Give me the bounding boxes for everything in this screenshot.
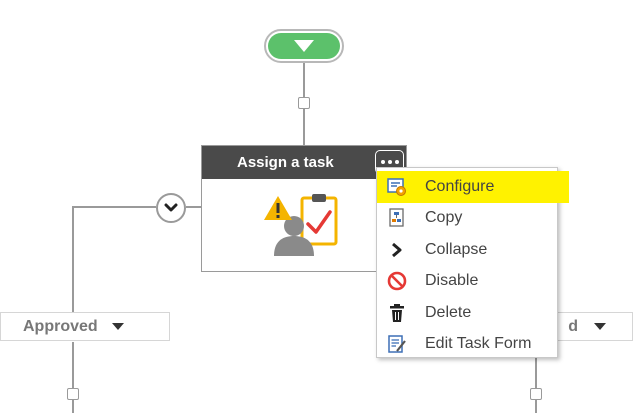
menu-item-label: Copy: [425, 209, 463, 227]
connector-handle[interactable]: [67, 388, 79, 400]
menu-item-label: Disable: [425, 272, 479, 290]
caret-down-icon: [594, 323, 606, 330]
menu-item-disable[interactable]: Disable: [377, 266, 557, 298]
menu-item-edit-task-form[interactable]: Edit Task Form: [377, 329, 557, 361]
menu-item-copy[interactable]: Copy: [377, 203, 557, 235]
ellipsis-dot: [387, 160, 392, 164]
menu-item-delete[interactable]: Delete: [377, 297, 557, 329]
start-node-body: [268, 33, 340, 59]
task-node-title: Assign a task: [237, 154, 334, 171]
menu-item-configure[interactable]: Configure: [377, 171, 569, 203]
chevron-right-icon: [387, 240, 407, 260]
chevron-down-icon: [164, 203, 178, 212]
menu-item-label: Delete: [425, 303, 472, 321]
triangle-down-icon: [294, 40, 314, 52]
start-node[interactable]: [264, 29, 344, 63]
connector-line: [72, 342, 74, 413]
assign-task-icon: [262, 194, 346, 263]
edit-form-icon: [387, 334, 407, 354]
menu-item-label: Collapse: [425, 240, 488, 258]
branch-label-approved[interactable]: Approved: [0, 312, 170, 341]
branch-label-text: d: [568, 317, 578, 335]
menu-item-label: Edit Task Form: [425, 335, 532, 353]
context-menu: Configure Copy Collapse Disable Delete E…: [376, 167, 569, 361]
branch-label-text: Approved: [23, 317, 98, 335]
connector-line: [186, 206, 201, 208]
connector-handle[interactable]: [298, 97, 310, 109]
collapse-branch-button[interactable]: [156, 193, 186, 223]
menu-item-collapse[interactable]: Collapse: [377, 234, 557, 266]
connector-line: [72, 206, 156, 208]
connector-handle[interactable]: [530, 388, 542, 400]
disable-icon: [387, 271, 407, 291]
caret-down-icon: [111, 323, 124, 330]
workflow-canvas: Assign a task Approved d Configure Copy …: [0, 0, 644, 413]
ellipsis-dot: [380, 160, 385, 164]
menu-item-label: Configure: [425, 177, 495, 195]
connector-line: [72, 206, 74, 312]
trash-icon: [387, 303, 407, 323]
configure-icon: [387, 177, 407, 197]
copy-icon: [387, 208, 407, 228]
ellipsis-dot: [394, 160, 399, 164]
